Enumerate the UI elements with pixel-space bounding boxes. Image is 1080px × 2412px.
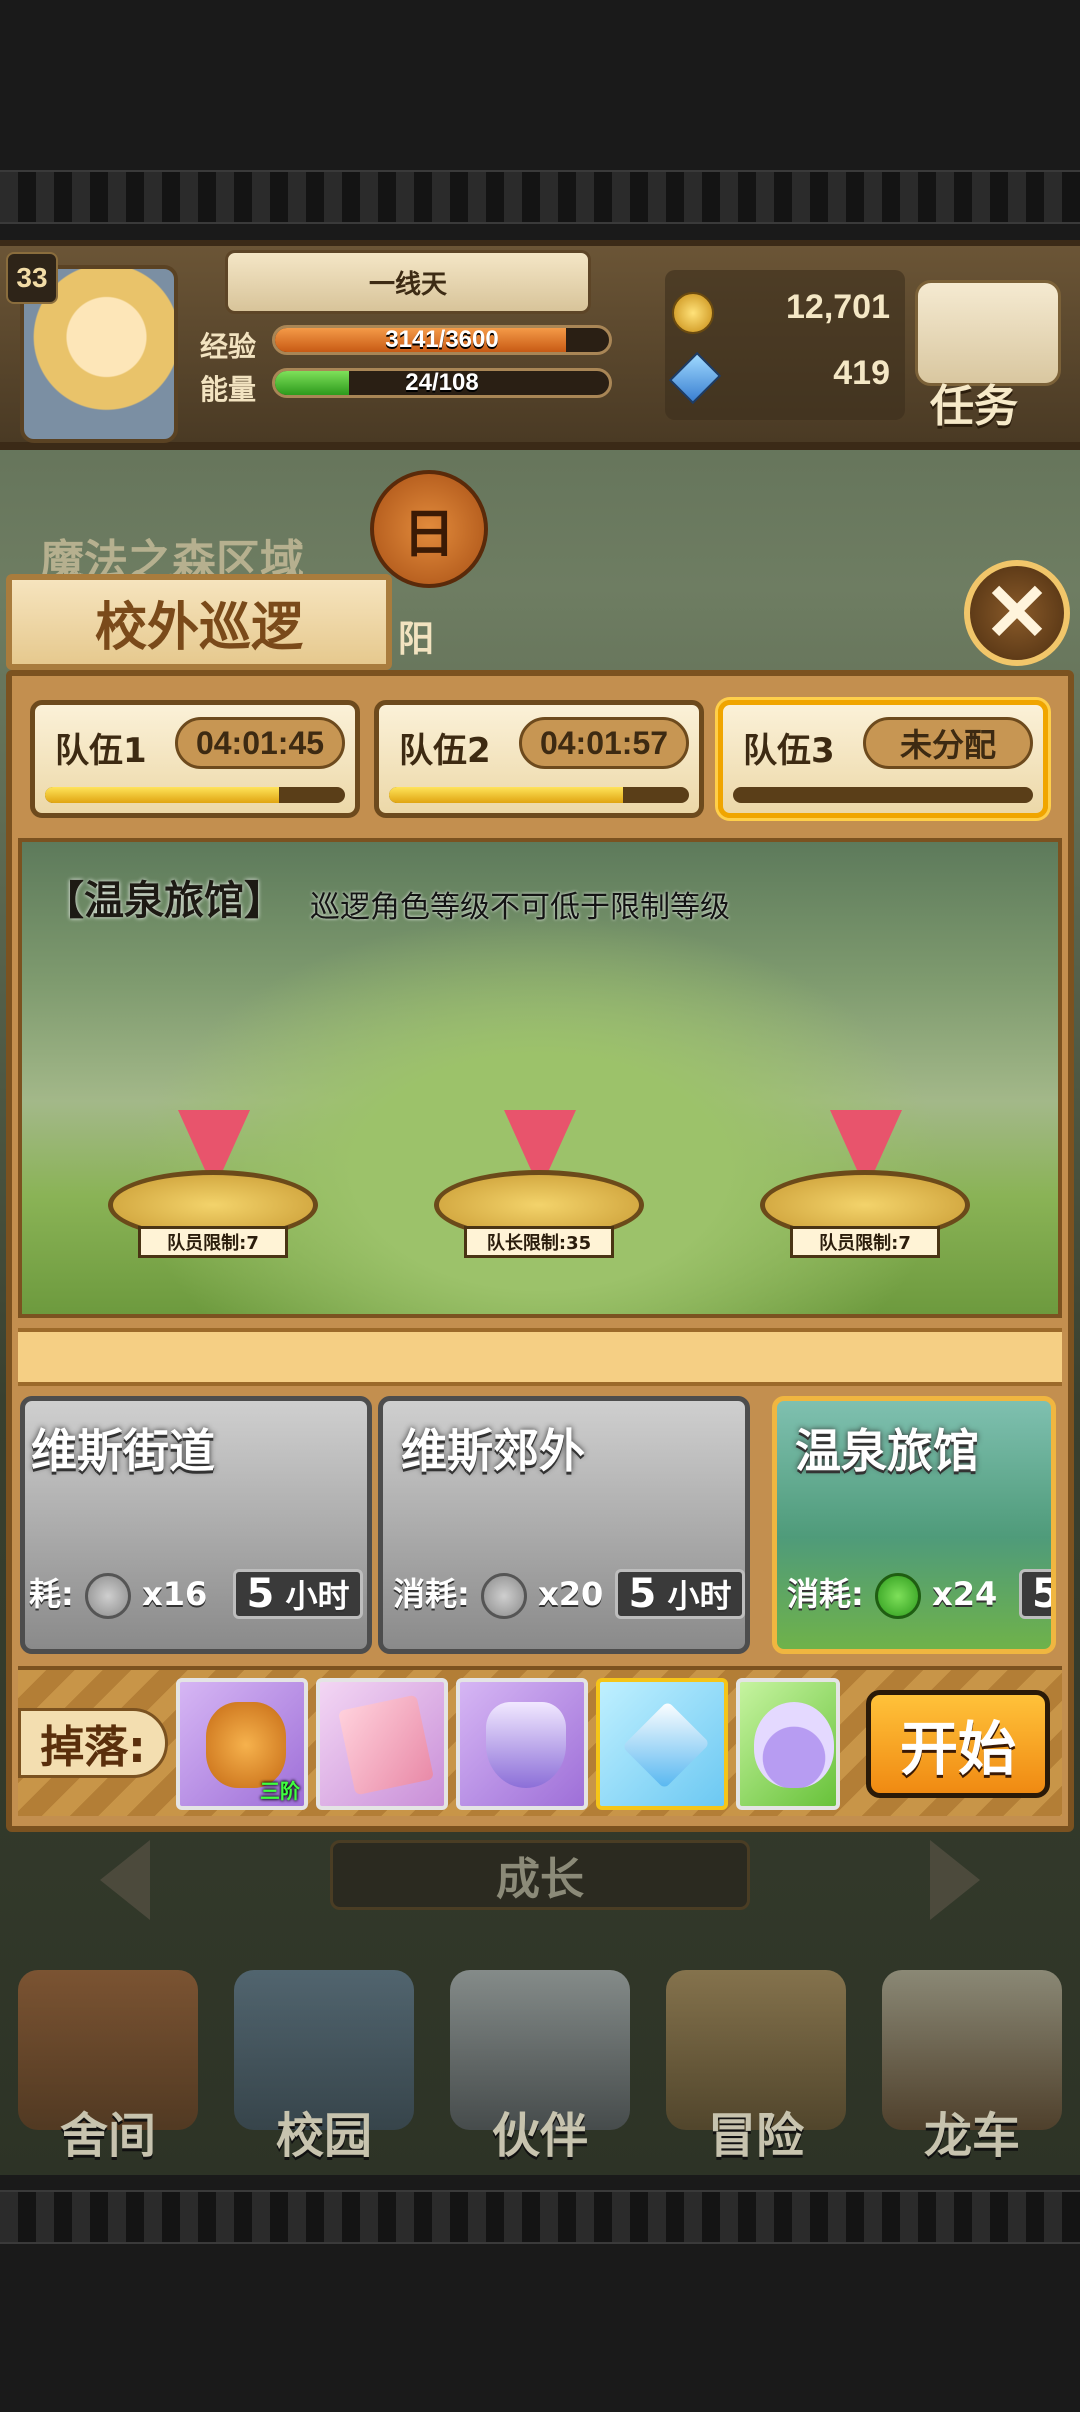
duration-box: 5 小时 <box>233 1569 363 1619</box>
nav-dragon-cart[interactable]: 龙车 <box>864 1940 1080 2170</box>
team-timer: 04:01:45 <box>175 717 345 769</box>
location-name: 维斯郊外 <box>401 1424 585 1478</box>
member-slot-2[interactable]: 队员限制:7 <box>760 1110 970 1260</box>
drops-label: 掉落: <box>18 1708 168 1778</box>
divider-strip <box>18 1328 1062 1386</box>
top-decor-band <box>0 170 1080 224</box>
nav-dorm[interactable]: 舍间 <box>0 1940 216 2170</box>
team-progress-fill <box>389 787 623 803</box>
nav-partner[interactable]: 伙伴 <box>432 1940 648 2170</box>
energy-value: 24/108 <box>405 369 479 396</box>
letter-icon <box>337 1694 435 1796</box>
cost-label: 耗: <box>29 1575 74 1613</box>
coin-count: 12,701 <box>786 288 890 326</box>
drop-item-bag[interactable]: 三阶 <box>176 1678 308 1810</box>
modal-title: 校外巡逻 <box>6 574 392 670</box>
growth-tab[interactable]: 成长 <box>330 1840 750 1910</box>
hours-unit: 小时 <box>285 1577 350 1615</box>
team-progress-bar <box>45 787 345 803</box>
location-name: 温泉旅馆 <box>795 1424 979 1478</box>
slot-limit-label: 队员限制:7 <box>790 1226 940 1258</box>
crystal-icon <box>486 1702 566 1788</box>
tier-tag: 三阶 <box>260 1779 300 1803</box>
team-name: 队伍2 <box>399 731 491 771</box>
slot-limit-label: 队长限制:35 <box>464 1226 614 1258</box>
drop-item-potion[interactable] <box>736 1678 840 1810</box>
team-card-1[interactable]: 队伍1 04:01:45 <box>30 700 360 818</box>
cost-value: x20 <box>538 1575 604 1613</box>
location-card-3[interactable]: 温泉旅馆 消耗: x24 5 <box>772 1396 1056 1654</box>
team-progress-bar <box>733 787 1033 803</box>
gem-count: 419 <box>833 354 890 392</box>
leader-slot[interactable]: 队长限制:35 <box>434 1110 644 1260</box>
team-progress-bar <box>389 787 689 803</box>
slot-limit-label: 队员限制:7 <box>138 1226 288 1258</box>
cost-value: x24 <box>932 1575 998 1613</box>
team-card-2[interactable]: 队伍2 04:01:57 <box>374 700 704 818</box>
cost-label: 消耗: <box>787 1575 864 1613</box>
nav-label: 舍间 <box>59 2108 156 2164</box>
nav-adventure[interactable]: 冒险 <box>648 1940 864 2170</box>
location-cost: 消耗: x20 5 小时 <box>383 1569 745 1625</box>
scene-title: 【温泉旅馆】 <box>44 878 284 924</box>
team-card-3[interactable]: 队伍3 未分配 <box>718 700 1048 818</box>
location-name: 维斯街道 <box>31 1424 215 1478</box>
hours-number: 5 <box>1032 1571 1051 1617</box>
lightning-icon <box>874 1573 921 1619</box>
lightning-icon <box>84 1573 131 1619</box>
drop-item-crystal[interactable] <box>456 1678 588 1810</box>
potion-icon <box>754 1702 834 1788</box>
cost-value: x16 <box>142 1575 208 1613</box>
nav-label: 冒险 <box>707 2108 804 2164</box>
location-cost: 耗: x16 5 小时 <box>25 1569 367 1625</box>
exp-value: 3141/3600 <box>385 326 499 353</box>
coin-icon <box>672 292 714 334</box>
location-card-2[interactable]: 维斯郊外 消耗: x20 5 小时 <box>378 1396 750 1654</box>
member-slot-1[interactable]: 队员限制:7 <box>108 1110 318 1260</box>
nav-campus[interactable]: 校园 <box>216 1940 432 2170</box>
drop-item-letter[interactable] <box>316 1678 448 1810</box>
hours-unit: 小时 <box>667 1577 732 1615</box>
task-button[interactable]: 任务 <box>930 370 1018 434</box>
team-timer: 未分配 <box>863 717 1033 769</box>
duration-box: 5 小时 <box>615 1569 745 1619</box>
day-toggle-button[interactable]: 日 <box>370 470 488 588</box>
sun-label: 阳 <box>398 619 435 660</box>
next-arrow-icon[interactable] <box>930 1840 980 1920</box>
cost-label: 消耗: <box>393 1575 470 1613</box>
duration-box: 5 <box>1019 1569 1051 1619</box>
exp-label: 经验 <box>200 330 257 363</box>
hours-number: 5 <box>246 1571 275 1617</box>
diamond-card-icon <box>621 1700 711 1790</box>
team-name: 队伍3 <box>743 731 835 771</box>
lightning-icon <box>480 1573 527 1619</box>
hours-number: 5 <box>628 1571 657 1617</box>
team-progress-fill <box>45 787 279 803</box>
energy-bar: 24/108 <box>272 368 612 398</box>
nav-label: 龙车 <box>923 2108 1020 2164</box>
nav-label: 校园 <box>275 2108 372 2164</box>
bottom-decor-band <box>0 2190 1080 2244</box>
team-name: 队伍1 <box>55 731 147 771</box>
location-card-1[interactable]: 维斯街道 耗: x16 5 小时 <box>20 1396 372 1654</box>
exp-bar: 3141/3600 <box>272 325 612 355</box>
location-cost: 消耗: x24 5 <box>777 1569 1051 1625</box>
stage-name: 一线天 <box>225 250 591 314</box>
team-timer: 04:01:57 <box>519 717 689 769</box>
scene-subtitle: 巡逻角色等级不可低于限制等级 <box>310 890 730 925</box>
close-button[interactable]: ✕ <box>964 560 1070 666</box>
prev-arrow-icon[interactable] <box>100 1840 150 1920</box>
nav-label: 伙伴 <box>491 2108 588 2164</box>
drop-item-diamond-card[interactable] <box>596 1678 728 1810</box>
start-button[interactable]: 开始 <box>866 1690 1050 1798</box>
energy-label: 能量 <box>200 373 257 406</box>
level-badge: 33 <box>6 252 58 304</box>
